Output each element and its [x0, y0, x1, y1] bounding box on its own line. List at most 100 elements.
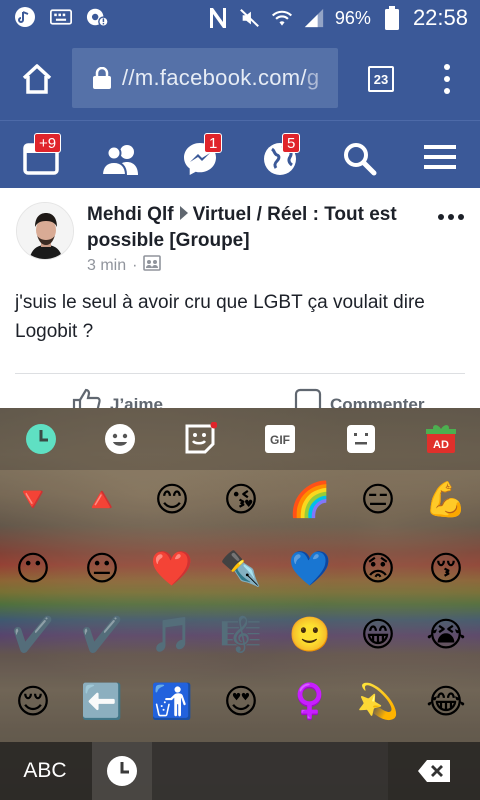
emoji-key[interactable]: 😂: [422, 678, 470, 726]
friends-icon[interactable]: [100, 135, 148, 176]
emoji-glyph: 🎼: [219, 615, 263, 655]
emoji-key[interactable]: 🚮: [148, 678, 196, 726]
emoji-key[interactable]: 🔺: [78, 476, 126, 524]
signal-icon: [303, 7, 325, 29]
meta-separator: ·: [132, 256, 138, 274]
emoji-glyph: 💫: [356, 682, 400, 722]
emoji-glyph: 🎵: [150, 615, 194, 655]
emoji-key[interactable]: ✔️: [9, 611, 57, 659]
feed-post: Mehdi Qlf Virtuel / Réel : Tout est possi…: [0, 188, 480, 416]
url-visible: //m.facebook.com/: [122, 65, 307, 90]
emoji-key[interactable]: 😍: [217, 678, 265, 726]
emoji-key[interactable]: 😐: [78, 545, 126, 593]
emoji-key[interactable]: 🎼: [217, 611, 265, 659]
emoji-glyph: 🌈: [288, 480, 332, 520]
home-icon[interactable]: [20, 62, 54, 96]
news-feed-icon[interactable]: +9: [22, 133, 70, 175]
wifi-icon: [271, 7, 293, 29]
url-text: //m.facebook.com/g: [122, 65, 319, 91]
emoji-glyph: 😟: [360, 549, 396, 589]
clock: 22:58: [412, 5, 468, 30]
gif-category-icon[interactable]: GIF: [263, 422, 297, 456]
sticker-category-icon[interactable]: [183, 422, 217, 456]
emoji-key[interactable]: ✒️: [217, 545, 265, 593]
ads-category-icon[interactable]: AD: [424, 422, 458, 456]
recent-category-icon[interactable]: [24, 422, 58, 456]
overflow-menu-icon[interactable]: [437, 64, 457, 94]
emoji-glyph: ⬅️: [80, 682, 124, 722]
keyboard-bottom-bar: ABC: [0, 742, 480, 800]
arrow-right-icon: [179, 205, 188, 220]
url-field[interactable]: //m.facebook.com/g: [72, 48, 338, 108]
emoji-key[interactable]: 😶: [9, 545, 57, 593]
keyboard-icon: [50, 6, 72, 28]
backspace-icon[interactable]: [388, 742, 480, 800]
emoji-key[interactable]: 😑: [354, 476, 402, 524]
emoji-glyph: 😍: [223, 682, 259, 722]
emoji-key[interactable]: ♀️: [286, 678, 334, 726]
abc-label: ABC: [23, 759, 67, 782]
emoji-glyph: ✒️: [219, 549, 263, 589]
emoji-key[interactable]: 😁: [354, 611, 402, 659]
emoji-glyph: 💪: [424, 480, 468, 520]
emoji-key[interactable]: ⬅️: [78, 678, 126, 726]
emoji-category-bar: GIF AD: [0, 408, 480, 470]
avatar[interactable]: [16, 202, 74, 260]
emoji-glyph: ✔️: [11, 615, 55, 655]
emoticon-category-icon[interactable]: [344, 422, 378, 456]
emoji-key[interactable]: 🔻: [9, 476, 57, 524]
tabs-icon[interactable]: 23: [368, 66, 394, 92]
post-time[interactable]: 3 min: [87, 257, 126, 275]
post-divider: [15, 373, 465, 374]
emoji-glyph: 🙂: [288, 615, 332, 655]
emoji-key[interactable]: ✔️: [78, 611, 126, 659]
battery-percent: 96%: [334, 7, 371, 28]
url-cut: g: [306, 65, 320, 90]
emoji-key[interactable]: 😟: [354, 545, 402, 593]
emoji-key[interactable]: ❤️: [148, 545, 196, 593]
emoji-glyph: ♀️: [288, 682, 332, 722]
smiley-category-icon[interactable]: [103, 422, 137, 456]
hamburger-menu-icon[interactable]: [424, 135, 472, 175]
emoji-glyph: 😌: [15, 682, 51, 722]
emoji-key[interactable]: 🙂: [286, 611, 334, 659]
emoji-key[interactable]: 😊: [148, 476, 196, 524]
emoji-glyph: 😁: [360, 615, 396, 655]
emoji-glyph: 😭: [426, 615, 466, 655]
status-bar: 96% 22:58: [0, 0, 480, 36]
emoji-key[interactable]: 🎵: [148, 611, 196, 659]
abc-key[interactable]: ABC: [0, 742, 90, 800]
post-body: j'suis le seul à avoir cru que LGBT ça v…: [15, 292, 425, 342]
ad-label: AD: [433, 439, 449, 451]
emoji-key[interactable]: 😭: [422, 611, 470, 659]
emoji-key[interactable]: 💙: [286, 545, 334, 593]
settings-alert-icon: [86, 6, 108, 28]
messenger-icon[interactable]: 1: [182, 133, 230, 175]
emoji-key[interactable]: 😘: [217, 476, 265, 524]
lock-icon: [92, 66, 112, 89]
post-meta: 3 min ·: [87, 255, 162, 276]
emoji-key[interactable]: 🌈: [286, 476, 334, 524]
emoji-glyph: 🔻: [11, 480, 55, 520]
recent-tab-icon[interactable]: [92, 742, 152, 800]
more-options-icon[interactable]: [438, 214, 464, 220]
browser-toolbar: //m.facebook.com/g 23: [0, 36, 480, 120]
emoji-glyph: 😊: [154, 480, 190, 520]
emoji-key[interactable]: 💪: [422, 476, 470, 524]
post-header: Mehdi Qlf Virtuel / Réel : Tout est possi…: [87, 202, 427, 254]
space-bar[interactable]: [152, 742, 388, 800]
emoji-glyph: 😶: [15, 549, 51, 589]
facebook-nav-bar: +9 1 5: [0, 120, 480, 188]
search-icon[interactable]: [342, 135, 390, 176]
gif-label: GIF: [270, 433, 290, 447]
globe-icon[interactable]: 5: [262, 133, 310, 175]
emoji-glyph: 💙: [288, 549, 332, 589]
author-name[interactable]: Mehdi Qlf: [87, 204, 174, 225]
tab-count: 23: [373, 71, 389, 87]
nfc-icon: [207, 7, 229, 29]
emoji-key[interactable]: 💫: [354, 678, 402, 726]
emoji-key[interactable]: 😌: [9, 678, 57, 726]
emoji-glyph: ❤️: [150, 549, 194, 589]
emoji-glyph: 😐: [84, 549, 120, 589]
emoji-key[interactable]: 😚: [422, 545, 470, 593]
